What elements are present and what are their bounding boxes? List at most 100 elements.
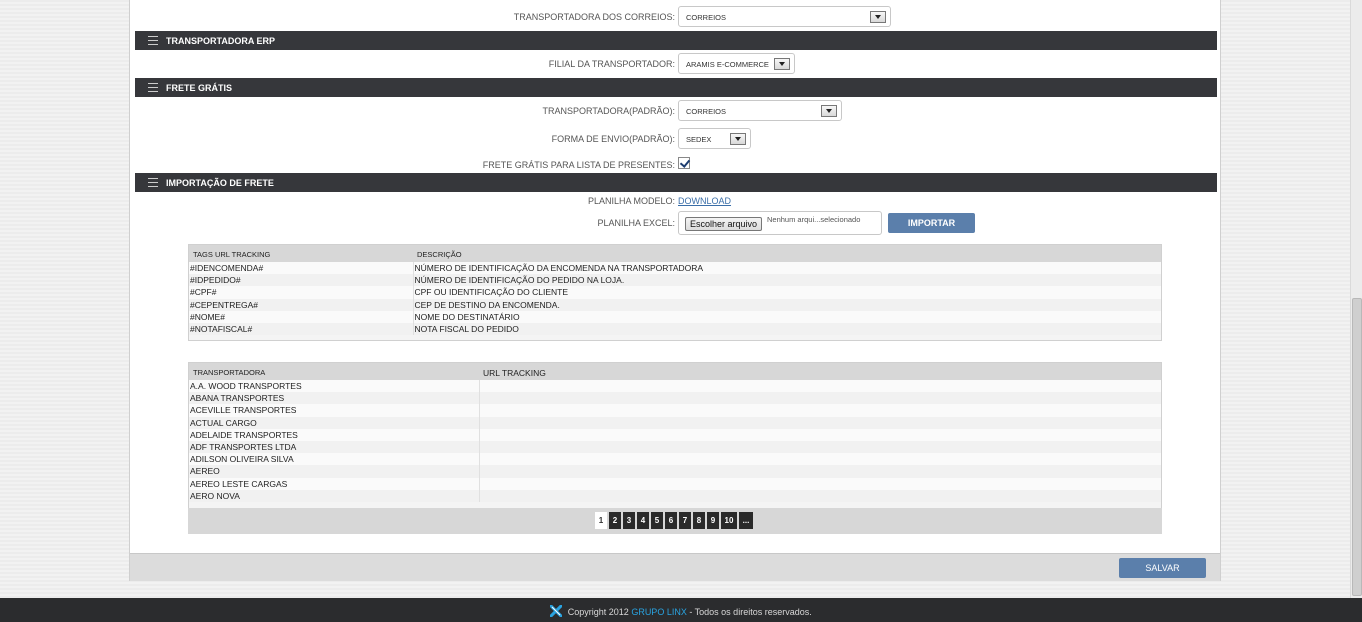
page-link-6[interactable]: 6 bbox=[665, 512, 677, 529]
carrier-name-cell: AEREO bbox=[189, 465, 479, 478]
section-header-frete-gratis[interactable]: FRETE GRÁTIS bbox=[135, 78, 1217, 97]
forma-envio-select[interactable]: SEDEX bbox=[678, 128, 751, 149]
table-row[interactable]: AEREO bbox=[189, 465, 1161, 478]
description-cell: NOTA FISCAL DO PEDIDO bbox=[412, 322, 1161, 336]
url-tracking-cell[interactable] bbox=[478, 428, 1161, 441]
section-header-erp[interactable]: TRANSPORTADORA ERP bbox=[135, 31, 1217, 50]
forma-envio-label: FORMA DE ENVIO(PADRÃO): bbox=[551, 134, 675, 144]
choose-file-button[interactable]: Escolher arquivo bbox=[685, 217, 763, 231]
menu-icon bbox=[148, 178, 158, 187]
table-row: #CEPENTREGA# CEP DE DESTINO DA ENCOMENDA. bbox=[189, 298, 1161, 311]
table-row: #NOTAFISCAL# NOTA FISCAL DO PEDIDO bbox=[189, 322, 1161, 336]
chevron-down-icon[interactable] bbox=[774, 58, 790, 70]
tags-table-header: TAGS URL TRACKING DESCRIÇÃO bbox=[189, 245, 1161, 262]
table-row[interactable]: ADELAIDE TRANSPORTES bbox=[189, 428, 1161, 441]
erp-filial-row: FILIAL DA TRANSPORTADOR: ARAMIS E-COMMER… bbox=[130, 53, 1220, 77]
tags-table: TAGS URL TRACKING DESCRIÇÃO #IDENCOMENDA… bbox=[189, 245, 1161, 336]
carrier-name-cell: ADF TRANSPORTES LTDA bbox=[189, 440, 479, 454]
url-tracking-cell[interactable] bbox=[478, 380, 1161, 393]
chevron-down-icon[interactable] bbox=[870, 11, 886, 23]
carrier-name-cell: ACTUAL CARGO bbox=[189, 416, 479, 429]
carrier-name-cell: ABANA TRANSPORTES bbox=[189, 392, 479, 405]
lista-presentes-checkbox[interactable] bbox=[678, 157, 690, 169]
page-link-9[interactable]: 9 bbox=[707, 512, 719, 529]
carrier-name-cell: A.A. WOOD TRANSPORTES bbox=[189, 380, 479, 393]
file-input[interactable]: Escolher arquivo Nenhum arqui...selecion… bbox=[678, 211, 882, 235]
chevron-down-icon[interactable] bbox=[730, 133, 746, 145]
scrollbar-thumb[interactable] bbox=[1352, 298, 1362, 596]
filial-select[interactable]: ARAMIS E-COMMERCE bbox=[678, 53, 795, 74]
footer-copyright: Copyright 2012 bbox=[567, 607, 632, 617]
tag-cell: #IDENCOMENDA# bbox=[189, 262, 413, 275]
url-tracking-cell[interactable] bbox=[478, 392, 1161, 405]
frete-forma-envio-row: FORMA DE ENVIO(PADRÃO): SEDEX bbox=[130, 128, 1220, 152]
url-tracking-cell[interactable] bbox=[478, 416, 1161, 429]
lista-presentes-label: FRETE GRÁTIS PARA LISTA DE PRESENTES: bbox=[482, 160, 675, 170]
filial-select-value: ARAMIS E-COMMERCE bbox=[686, 60, 769, 69]
transportadora-padrao-label: TRANSPORTADORA(PADRÃO): bbox=[542, 106, 675, 116]
tag-cell: #IDPEDIDO# bbox=[189, 274, 413, 287]
page-link-7[interactable]: 7 bbox=[679, 512, 691, 529]
carriers-table-header: TRANSPORTADORA URL TRACKING bbox=[189, 363, 1161, 380]
table-row[interactable]: ADF TRANSPORTES LTDA bbox=[189, 440, 1161, 454]
footer-brand-link[interactable]: GRUPO LINX bbox=[631, 607, 687, 617]
table-row[interactable]: AEREO LESTE CARGAS bbox=[189, 477, 1161, 490]
page-link-4[interactable]: 4 bbox=[637, 512, 649, 529]
section-title-erp: TRANSPORTADORA ERP bbox=[166, 36, 276, 46]
page-link-5[interactable]: 5 bbox=[651, 512, 663, 529]
page-link-more[interactable]: ... bbox=[739, 512, 753, 529]
url-tracking-cell[interactable] bbox=[478, 404, 1161, 417]
chevron-down-icon[interactable] bbox=[821, 105, 837, 117]
table-row: #IDPEDIDO# NÚMERO DE IDENTIFICAÇÃO DO PED… bbox=[189, 274, 1161, 287]
section-title-frete-gratis: FRETE GRÁTIS bbox=[166, 83, 233, 93]
save-button[interactable]: SALVAR bbox=[1119, 558, 1206, 578]
table-row[interactable]: ACTUAL CARGO bbox=[189, 416, 1161, 429]
page-link-1[interactable]: 1 bbox=[595, 512, 607, 529]
page-link-3[interactable]: 3 bbox=[623, 512, 635, 529]
section-header-importacao[interactable]: IMPORTAÇÃO DE FRETE bbox=[135, 173, 1217, 192]
description-cell: NÚMERO DE IDENTIFICAÇÃO DO PEDIDO NA LOJ… bbox=[412, 274, 1161, 287]
description-cell: CPF OU IDENTIFICAÇÃO DO CLIENTE bbox=[412, 286, 1161, 299]
linx-logo-icon bbox=[550, 605, 563, 617]
import-button[interactable]: IMPORTAR bbox=[888, 213, 975, 233]
planilha-modelo-label: PLANILHA MODELO: bbox=[587, 196, 675, 206]
description-cell: NOME DO DESTINATÁRIO bbox=[412, 310, 1161, 323]
menu-icon bbox=[148, 36, 158, 45]
transportadora-padrao-select[interactable]: CORREIOS bbox=[678, 100, 842, 121]
page-link-10[interactable]: 10 bbox=[721, 512, 737, 529]
carriers-table: TRANSPORTADORA URL TRACKING A.A. WOOD TR… bbox=[189, 363, 1161, 502]
table-row[interactable]: AERO NOVA bbox=[189, 489, 1161, 502]
table-row: #IDENCOMENDA# NÚMERO DE IDENTIFICAÇÃO DA … bbox=[189, 262, 1161, 275]
page-link-2[interactable]: 2 bbox=[609, 512, 621, 529]
page-link-8[interactable]: 8 bbox=[693, 512, 705, 529]
table-row: #NOME# NOME DO DESTINATÁRIO bbox=[189, 310, 1161, 323]
table-row[interactable]: ABANA TRANSPORTES bbox=[189, 392, 1161, 405]
url-tracking-cell[interactable] bbox=[478, 465, 1161, 478]
forma-envio-value: SEDEX bbox=[686, 135, 712, 144]
url-tracking-cell[interactable] bbox=[478, 440, 1161, 454]
vertical-scrollbar[interactable] bbox=[1350, 0, 1362, 598]
correios-label: TRANSPORTADORA DOS CORREIOS: bbox=[513, 12, 675, 22]
download-link[interactable]: DOWNLOAD bbox=[678, 196, 731, 206]
tag-cell: #NOTAFISCAL# bbox=[189, 322, 413, 336]
url-tracking-cell[interactable] bbox=[478, 453, 1161, 466]
carrier-name-cell: ADILSON OLIVEIRA SILVA bbox=[189, 453, 479, 466]
footer-rights: - Todos os direitos reservados. bbox=[686, 607, 812, 617]
table-row: #CPF# CPF OU IDENTIFICAÇÃO DO CLIENTE bbox=[189, 286, 1161, 299]
url-tracking-cell[interactable] bbox=[478, 477, 1161, 490]
carrier-name-cell: ACEVILLE TRANSPORTES bbox=[189, 404, 479, 417]
column-header-url-tracking: URL TRACKING bbox=[483, 367, 546, 378]
carrier-name-cell: AEREO LESTE CARGAS bbox=[189, 477, 479, 490]
table-row[interactable]: ADILSON OLIVEIRA SILVA bbox=[189, 453, 1161, 466]
description-cell: NÚMERO DE IDENTIFICAÇÃO DA ENCOMENDA NA … bbox=[412, 262, 1161, 275]
url-tracking-cell[interactable] bbox=[478, 489, 1161, 502]
correios-row: TRANSPORTADORA DOS CORREIOS: CORREIOS bbox=[130, 6, 1220, 30]
column-header-transportadora: TRANSPORTADORA bbox=[193, 368, 266, 377]
table-row[interactable]: ACEVILLE TRANSPORTES bbox=[189, 404, 1161, 417]
column-header-descricao: DESCRIÇÃO bbox=[417, 250, 462, 259]
correios-select[interactable]: CORREIOS bbox=[678, 6, 891, 27]
menu-icon bbox=[148, 83, 158, 92]
section-title-importacao: IMPORTAÇÃO DE FRETE bbox=[166, 178, 274, 188]
file-status-text: Nenhum arqui...selecionado bbox=[767, 215, 861, 224]
table-row[interactable]: A.A. WOOD TRANSPORTES bbox=[189, 380, 1161, 393]
